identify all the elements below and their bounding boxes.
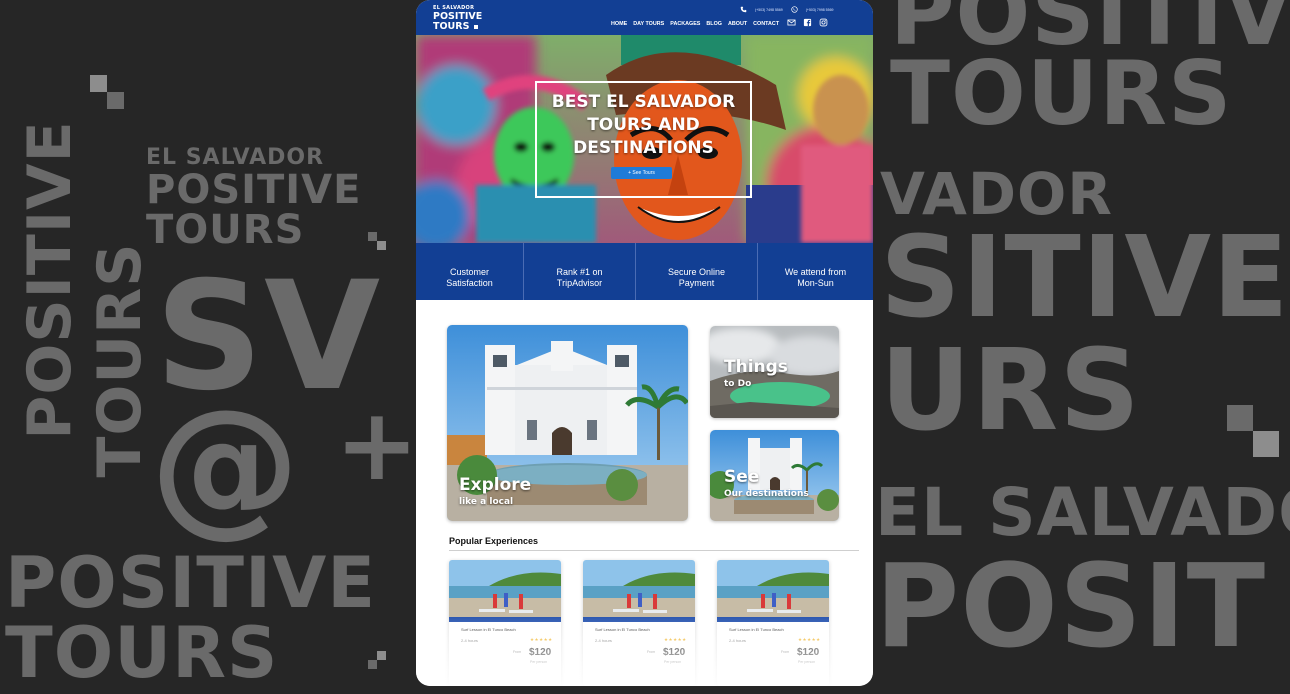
nav-home[interactable]: HOME (611, 21, 627, 27)
feature-secure-payment: Secure Online Payment (636, 243, 758, 300)
nav-day-tours[interactable]: DAY TOURS (633, 21, 664, 27)
bg-square (368, 232, 377, 241)
price-per-label: Per person (530, 660, 548, 664)
price-from-label: From (513, 650, 522, 654)
see-destinations-card[interactable]: See Our destinations (710, 430, 839, 521)
bg-logo-line1: EL SALVADOR (146, 145, 325, 170)
bg-bottom-tours: TOURS (5, 612, 279, 694)
experience-duration: 2-4 hours (729, 638, 746, 643)
price-from-label: From (647, 650, 656, 654)
price-per-label: Per person (798, 660, 816, 664)
see-tours-button[interactable]: + See Tours (611, 167, 672, 179)
bg-vertical-positive: POSITIVE (15, 120, 85, 440)
whatsapp-icon (791, 6, 798, 13)
bg-vertical-tours: TOURS (85, 242, 155, 478)
see-subtitle: Our destinations (724, 489, 809, 499)
section-divider (449, 550, 859, 551)
experience-card[interactable]: Surf Lesson in El Tunco Beach 2-4 hours … (717, 560, 829, 686)
experience-duration: 2-4 hours (595, 638, 612, 643)
rating-stars: ★★★★★ (664, 637, 687, 642)
bg-right-posit: POSIT (875, 540, 1267, 674)
bg-square (1227, 405, 1253, 431)
bg-at: @ (150, 378, 301, 552)
bg-square (90, 75, 107, 92)
explore-title: Explore (459, 475, 532, 495)
nav-blog[interactable]: BLOG (706, 21, 722, 27)
surf-lesson-image (583, 560, 695, 622)
nav-contact[interactable]: CONTACT (753, 21, 779, 27)
social-links (787, 18, 828, 27)
bg-right-urs: URS (880, 326, 1141, 456)
bg-logo-line3: TOURS (146, 207, 305, 253)
experience-card[interactable]: Surf Lesson in El Tunco Beach 2-4 hours … (449, 560, 561, 686)
things-subtitle: to Do (724, 379, 752, 389)
bg-square (377, 241, 386, 250)
surf-lesson-image (449, 560, 561, 622)
rating-stars: ★★★★★ (530, 637, 553, 642)
bg-bottom-positive: POSITIVE (5, 542, 377, 624)
nav-about[interactable]: ABOUT (728, 21, 747, 27)
phone-number-1[interactable]: (+503) 7498 5569 (755, 8, 783, 12)
facebook-icon[interactable] (803, 18, 812, 27)
bg-square (1253, 431, 1279, 457)
experience-name[interactable]: Surf Lesson in El Tunco Beach (595, 627, 650, 632)
feature-customer-satisfaction: Customer Satisfaction (416, 243, 524, 300)
experience-duration: 2-4 hours (461, 638, 478, 643)
bg-square (368, 660, 377, 669)
experience-price: $120 (529, 647, 552, 658)
phone-number-2[interactable]: (+503) 7998 5569 (806, 8, 834, 12)
hero-title: BEST EL SALVADOR TOURS AND DESTINATIONS (551, 92, 736, 158)
see-title: See (724, 467, 760, 487)
phone-numbers: (+503) 7498 5569 (+503) 7998 5569 (740, 6, 833, 13)
things-to-do-card[interactable]: Things to Do (710, 326, 839, 418)
email-icon[interactable] (787, 18, 796, 27)
site-logo[interactable]: EL SALVADOR POSITIVE TOURS (433, 6, 482, 31)
bg-square (377, 651, 386, 660)
bg-right-tours: TOURS (890, 42, 1233, 145)
price-per-label: Per person (664, 660, 682, 664)
phone-icon (740, 6, 747, 13)
explore-card[interactable]: Explore like a local (447, 325, 688, 521)
bg-right-sitive: SITIVE (880, 213, 1290, 343)
things-title: Things (724, 357, 788, 377)
popular-experiences-heading: Popular Experiences (449, 536, 539, 546)
top-navbar: EL SALVADOR POSITIVE TOURS (+503) 7498 5… (416, 0, 873, 35)
rating-stars: ★★★★★ (798, 637, 821, 642)
logo-mark (474, 25, 478, 29)
nav-packages[interactable]: PACKAGES (670, 21, 700, 27)
price-from-label: From (781, 650, 790, 654)
explore-subtitle: like a local (459, 497, 514, 507)
feature-rank-tripadvisor: Rank #1 on TripAdvisor (524, 243, 636, 300)
experience-price: $120 (797, 647, 820, 658)
feature-attend-mon-sun: We attend from Mon-Sun (784, 266, 847, 288)
main-nav: HOME DAY TOURS PACKAGES BLOG ABOUT CONTA… (611, 21, 779, 27)
bg-plus: + (335, 386, 420, 503)
experience-name[interactable]: Surf Lesson in El Tunco Beach (729, 627, 784, 632)
experience-price: $120 (663, 647, 686, 658)
bg-square (107, 92, 124, 109)
website-screenshot: EL SALVADOR POSITIVE TOURS (+503) 7498 5… (416, 0, 873, 686)
bg-right-el-salvador: EL SALVADOR (875, 474, 1290, 551)
experience-card[interactable]: Surf Lesson in El Tunco Beach 2-4 hours … (583, 560, 695, 686)
features-bar: Customer Satisfaction Rank #1 on TripAdv… (416, 243, 873, 300)
bg-logo-line2: POSITIVE (146, 167, 362, 213)
instagram-icon[interactable] (819, 18, 828, 27)
experience-name[interactable]: Surf Lesson in El Tunco Beach (461, 627, 516, 632)
hero-section: BEST EL SALVADOR TOURS AND DESTINATIONS … (416, 35, 873, 243)
surf-lesson-image (717, 560, 829, 622)
